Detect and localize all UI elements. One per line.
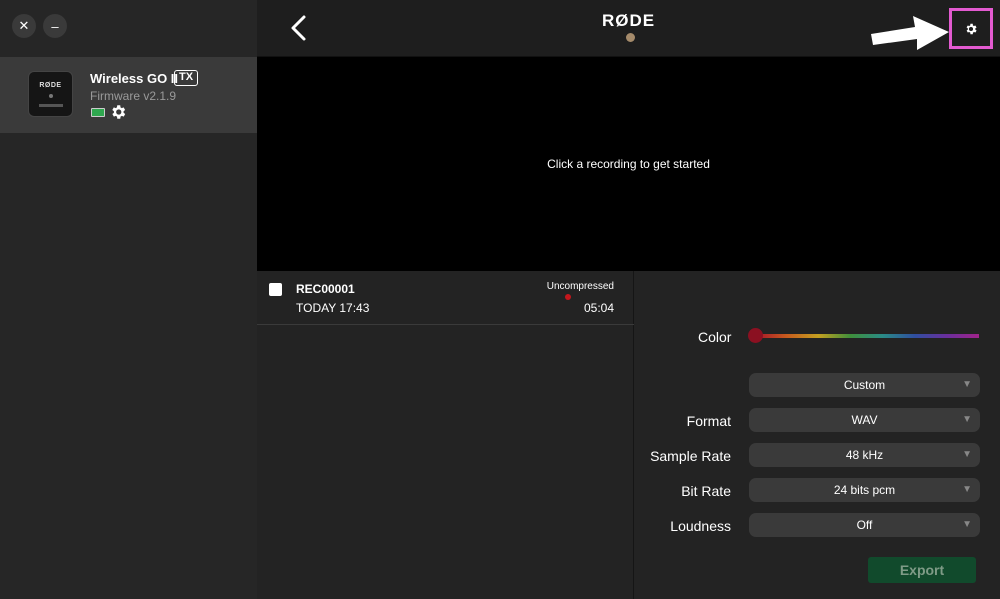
recording-duration: 05:04 — [583, 301, 614, 315]
format-label: Format — [686, 413, 731, 429]
gear-icon — [966, 23, 977, 35]
arrow-annotation-icon — [871, 16, 949, 50]
export-panel: Color Custom ▼ Format WAV ▼ Sample Rate … — [634, 271, 1000, 599]
format-select[interactable]: WAV ▼ — [749, 408, 980, 432]
loudness-label: Loudness — [670, 518, 731, 534]
caret-down-icon: ▼ — [962, 379, 972, 390]
bit-rate-label: Bit Rate — [681, 483, 731, 499]
recording-row[interactable]: REC00001 TODAY 17:43 Uncompressed 05:04 — [257, 271, 634, 325]
sample-rate-value: 48 kHz — [845, 448, 884, 462]
bit-rate-select[interactable]: 24 bits pcm ▼ — [749, 478, 980, 502]
device-settings-gear-icon[interactable] — [109, 103, 127, 121]
recording-format: Uncompressed — [546, 281, 614, 292]
caret-down-icon: ▼ — [962, 519, 972, 530]
loudness-select[interactable]: Off ▼ — [749, 513, 980, 537]
device-name: Wireless GO II — [90, 71, 179, 86]
device-badge: TX — [174, 70, 199, 86]
color-slider[interactable] — [748, 328, 979, 343]
color-slider-thumb[interactable] — [748, 328, 763, 343]
preview-message: Click a recording to get started — [547, 157, 710, 171]
caret-down-icon: ▼ — [962, 414, 972, 425]
firmware-version: Firmware v2.1.9 — [90, 89, 177, 103]
format-value: WAV — [851, 413, 878, 427]
device-item[interactable]: RØDE Wireless GO II TX Firmware v2.1.9 — [0, 57, 257, 133]
preset-select[interactable]: Custom ▼ — [749, 373, 980, 397]
recording-list: REC00001 TODAY 17:43 Uncompressed 05:04 — [257, 271, 634, 599]
caret-down-icon: ▼ — [962, 484, 972, 495]
recording-date: TODAY 17:43 — [296, 301, 370, 315]
recording-status-dot — [565, 294, 571, 300]
battery-icon — [91, 108, 105, 117]
export-button[interactable]: Export — [868, 557, 976, 583]
preset-value: Custom — [843, 378, 886, 392]
bit-rate-value: 24 bits pcm — [833, 483, 896, 497]
color-track — [754, 334, 979, 338]
close-window-button[interactable]: ✕ — [12, 14, 36, 38]
loudness-value: Off — [856, 518, 873, 532]
logo-dot — [626, 33, 635, 42]
device-thumbnail: RØDE — [28, 71, 73, 117]
caret-down-icon: ▼ — [962, 449, 972, 460]
color-label: Color — [698, 329, 732, 345]
settings-button[interactable] — [949, 8, 993, 49]
recording-checkbox[interactable] — [269, 283, 282, 296]
minimize-window-button[interactable]: – — [43, 14, 67, 38]
recording-preview: Click a recording to get started — [257, 57, 1000, 271]
recording-name: REC00001 — [296, 282, 355, 296]
sidebar: ✕ – RØDE Wireless GO II TX Firmware v2.1… — [0, 0, 257, 599]
top-bar: RØDE — [257, 0, 1000, 57]
sample-rate-select[interactable]: 48 kHz ▼ — [749, 443, 980, 467]
device-thumb-logo: RØDE — [39, 82, 62, 89]
sample-rate-label: Sample Rate — [650, 448, 731, 464]
